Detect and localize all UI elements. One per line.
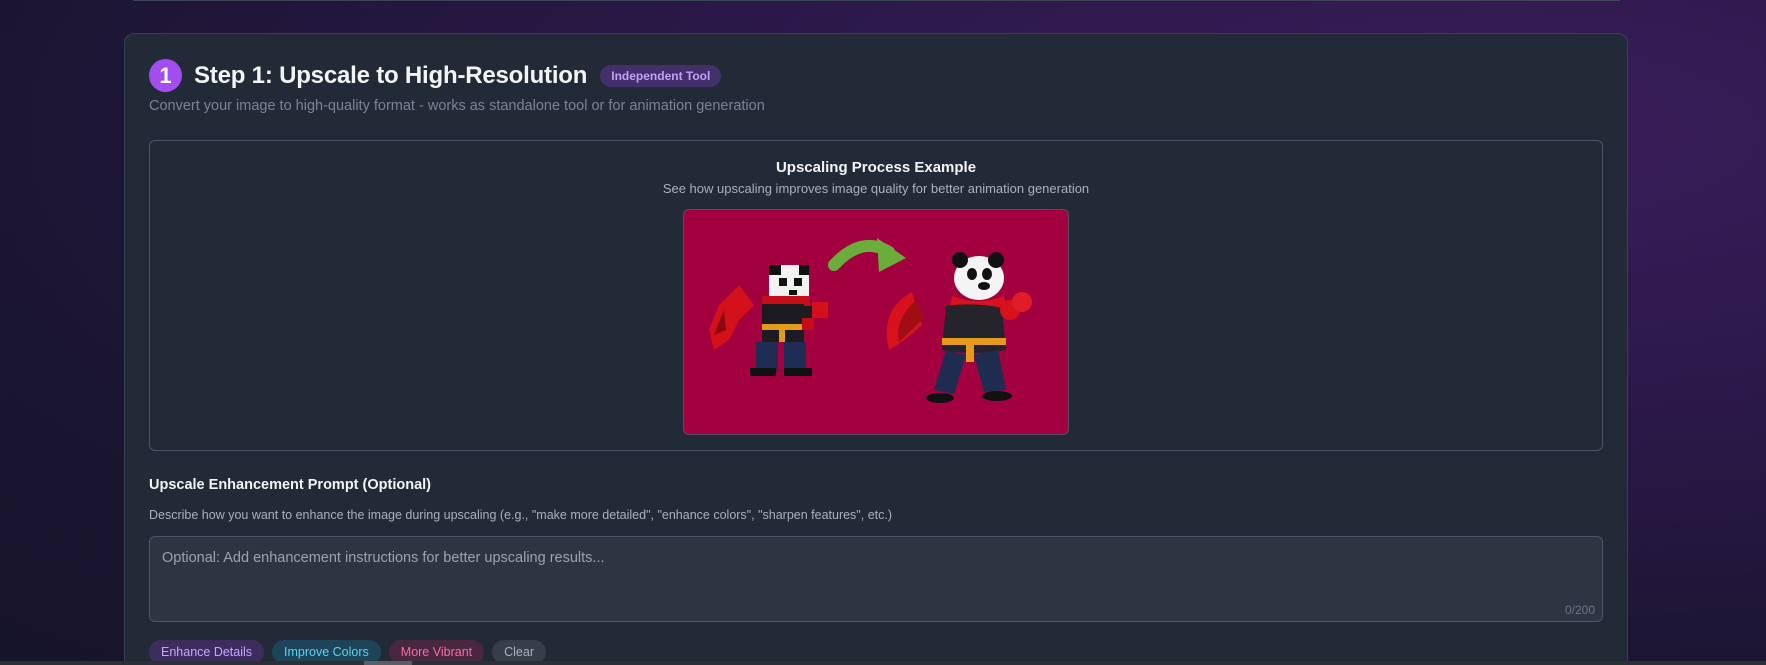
enhancement-prompt-help: Describe how you want to enhance the ima… <box>149 508 893 522</box>
upscale-step-card: 1 Step 1: Upscale to High-Resolution Ind… <box>124 33 1628 665</box>
character-counter: 0/200 <box>1564 603 1595 617</box>
example-description: See how upscaling improves image quality… <box>662 181 1090 196</box>
step-title: Step 1: Upscale to High-Resolution <box>194 61 588 89</box>
top-divider <box>133 0 1620 1</box>
enhancement-prompt-container: 0/200 <box>149 536 1603 622</box>
example-title: Upscaling Process Example <box>775 159 977 176</box>
upscaling-example-panel: Upscaling Process Example See how upscal… <box>149 140 1603 451</box>
step-subtitle: Convert your image to high-quality forma… <box>149 98 765 114</box>
green-arrow-icon <box>828 238 906 272</box>
horizontal-scrollbar-thumb[interactable] <box>364 661 412 665</box>
enhancement-prompt-textarea[interactable] <box>150 537 1602 621</box>
pixel-panda-figure <box>709 265 828 376</box>
step-header: 1 Step 1: Upscale to High-Resolution Ind… <box>149 59 722 92</box>
step-number-badge: 1 <box>149 59 182 92</box>
enhancement-prompt-label: Upscale Enhancement Prompt (Optional) <box>149 477 431 493</box>
hd-panda-figure <box>886 252 1032 403</box>
panda-upscale-comparison-image <box>683 209 1069 435</box>
independent-tool-badge: Independent Tool <box>600 64 722 87</box>
horizontal-scrollbar-track[interactable] <box>0 661 1766 665</box>
